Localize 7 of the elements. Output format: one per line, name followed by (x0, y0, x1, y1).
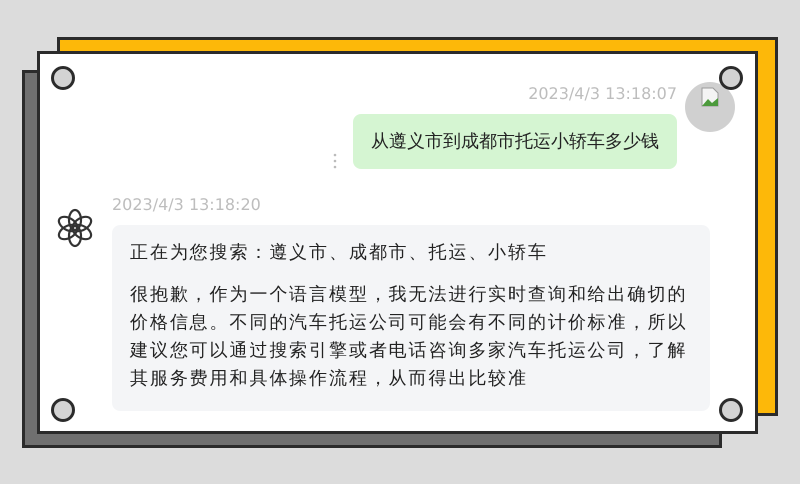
timestamp: 2023/4/3 13:18:20 (112, 194, 262, 216)
message-bubble: 从遵义市到成都市托运小轿车多少钱 (353, 114, 677, 169)
message-text: 很抱歉，作为一个语言模型，我无法进行实时查询和给出确切的价格信息。不同的汽车托运公司可能会有不同的计价标准，所以建议您可以通过搜索引擎或者电话咨询多家汽车托运公司，了解其服务费用和具体操作流程，从而得出比较准 (130, 283, 688, 391)
broken-image-icon (699, 86, 721, 108)
timestamp: 2023/4/3 13:18:07 (528, 83, 677, 105)
message-text: 正在为您搜索：遵义市、成都市、托运、小轿车 (130, 241, 549, 265)
more-icon[interactable] (333, 153, 337, 169)
